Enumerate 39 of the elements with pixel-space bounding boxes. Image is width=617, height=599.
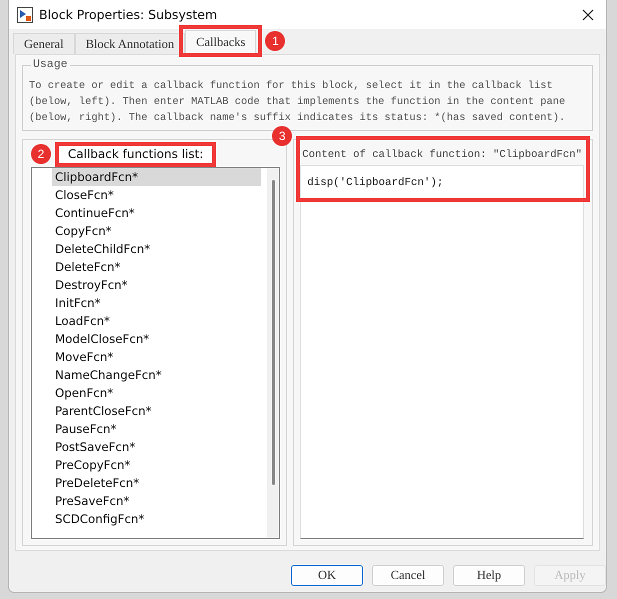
callout-number: 2 [31, 144, 51, 164]
tab[interactable]: Block Annotation [74, 33, 186, 54]
tab[interactable]: General [13, 33, 75, 54]
list-item[interactable]: PostSaveFcn* [52, 438, 262, 456]
list-item[interactable]: ContinueFcn* [52, 204, 262, 222]
window-title: Block Properties: Subsystem [39, 7, 218, 22]
code-line: disp('ClipboardFcn'); [307, 177, 444, 189]
list-item[interactable]: CloseFcn* [52, 186, 262, 204]
code-editor[interactable]: disp('ClipboardFcn'); [300, 165, 584, 539]
list-item[interactable]: DeleteChildFcn* [52, 240, 262, 258]
list-item[interactable]: SCDConfigFcn* [52, 510, 262, 528]
dialog-button[interactable]: OK [291, 565, 363, 586]
content-label: Content of callback function: "ClipboardFcn" [301, 148, 583, 163]
list-item[interactable]: CopyFcn* [52, 222, 262, 240]
close-icon[interactable] [582, 8, 594, 20]
list-item[interactable]: ParentCloseFcn* [52, 402, 262, 420]
list-item[interactable]: PreSaveFcn* [52, 492, 262, 510]
list-item[interactable]: DestroyFcn* [52, 276, 262, 294]
scrollbar[interactable] [267, 168, 280, 538]
list-item[interactable]: InitFcn* [52, 294, 262, 312]
dialog-button[interactable]: Help [453, 565, 525, 586]
usage-text: To create or edit a callback function for this block, select it in the callback list (below, left). Then enter MATLAB code that implements the function in the content pane (below, right). The callback name's suffix indicates its status: *(has saved content). [29, 79, 566, 126]
block-icon [17, 6, 33, 22]
list-item[interactable]: DeleteFcn* [52, 258, 262, 276]
list-label: Callback functions list: [54, 142, 216, 167]
list-item[interactable]: PauseFcn* [52, 420, 262, 438]
dialog-button[interactable]: Cancel [372, 565, 444, 586]
list-item[interactable]: ClipboardFcn* [52, 168, 262, 186]
list-item[interactable]: MoveFcn* [52, 348, 262, 366]
callout-number: 1 [265, 31, 286, 51]
list-item[interactable]: PreCopyFcn* [52, 456, 262, 474]
list-item[interactable]: ModelCloseFcn* [52, 330, 262, 348]
tab[interactable]: Callbacks [185, 30, 256, 54]
list-item[interactable]: LoadFcn* [52, 312, 262, 330]
list-item[interactable]: NameChangeFcn* [52, 366, 262, 384]
list-item[interactable]: PreDeleteFcn* [52, 474, 262, 492]
group-title: Usage [31, 58, 70, 71]
callout-number: 3 [272, 126, 292, 146]
list-item[interactable]: OpenFcn* [52, 384, 262, 402]
